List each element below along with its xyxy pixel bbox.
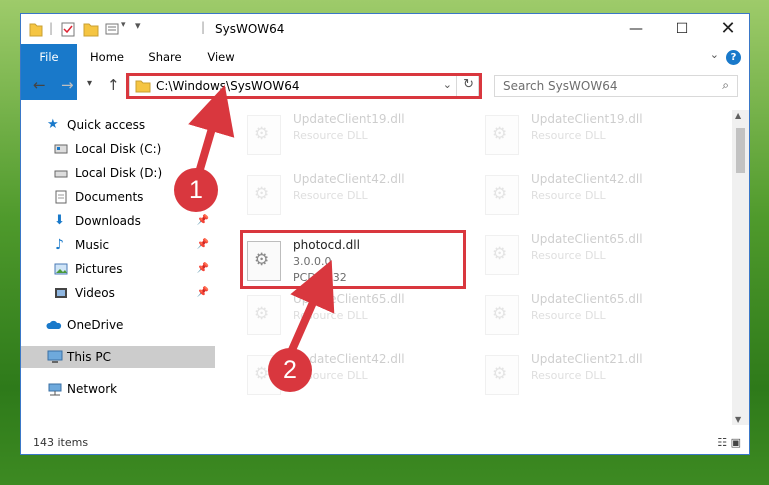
arrow-to-file (288, 260, 335, 354)
step-badge-1: 1 (174, 168, 218, 212)
arrow-to-address (188, 84, 235, 180)
annotation-arrows (188, 84, 335, 354)
step-badge-2: 2 (268, 348, 312, 392)
